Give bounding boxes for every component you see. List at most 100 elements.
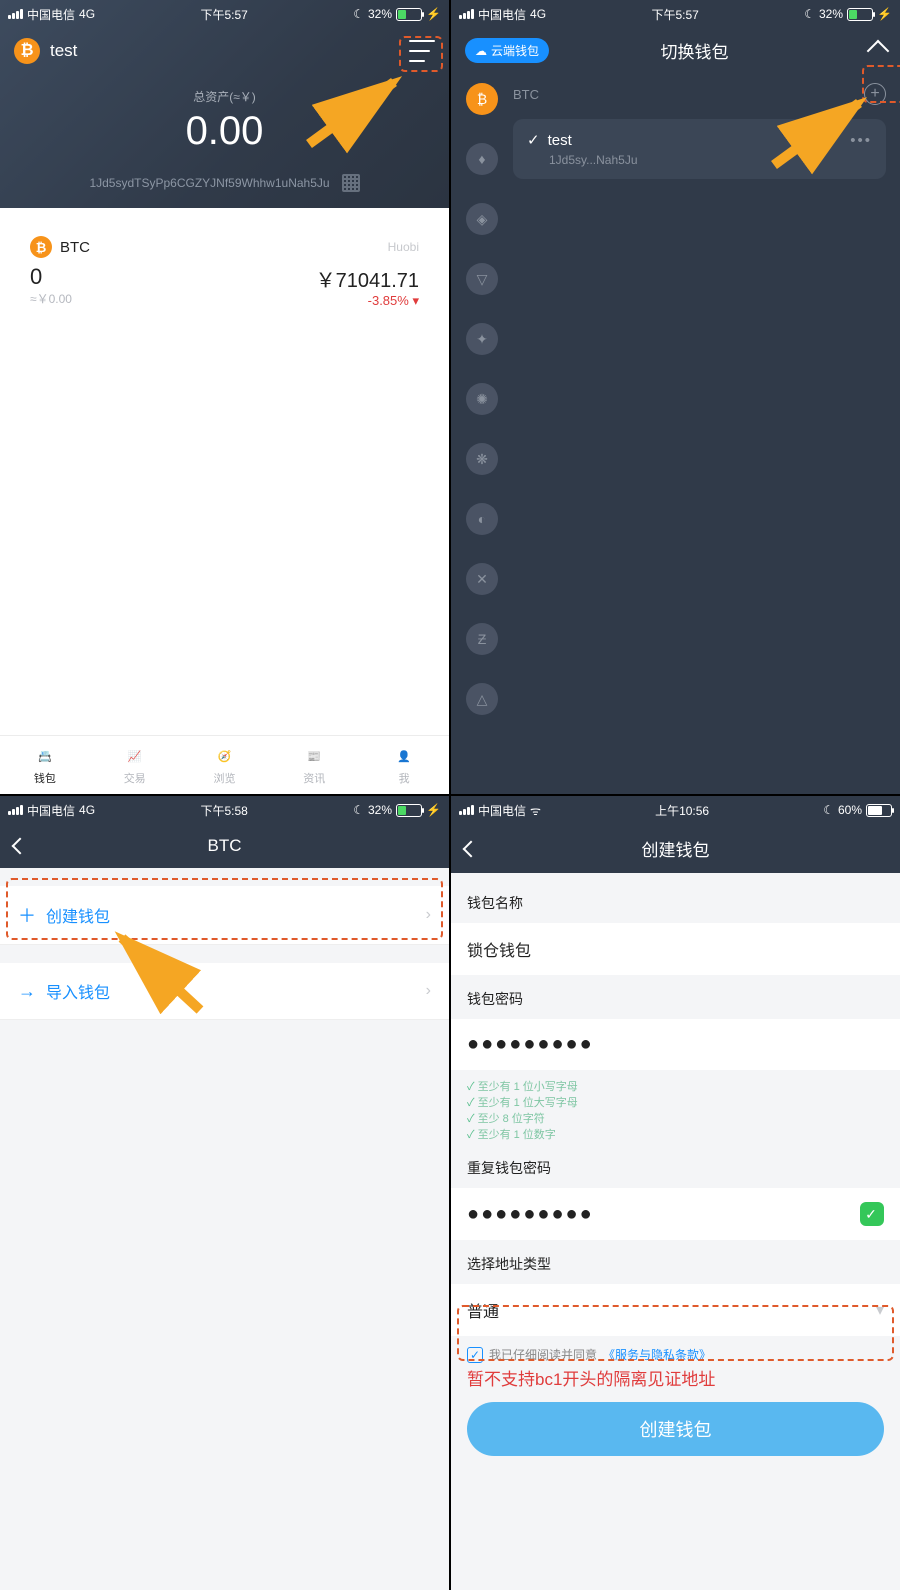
- agree-text: 我已仔细阅读并同意: [489, 1346, 597, 1363]
- password2-field[interactable]: ●●●●●●●●● ✓: [451, 1188, 900, 1240]
- carrier-label: 中国电信: [27, 802, 75, 819]
- battery-icon: [396, 804, 422, 817]
- dropdown-caret-icon: ▾: [876, 1300, 884, 1320]
- signal-icon: [459, 9, 474, 19]
- charging-icon: ⚡: [426, 803, 441, 817]
- news-icon: 📰: [302, 746, 326, 766]
- create-wallet-row[interactable]: ＋ 创建钱包 ›: [0, 886, 449, 945]
- section-label: BTC: [513, 87, 539, 102]
- chain-ont-icon[interactable]: ◐: [466, 503, 498, 535]
- chevron-right-icon: ›: [426, 906, 431, 924]
- battery-icon: [847, 8, 873, 21]
- screen-btc-options: 中国电信 4G 下午5:58 ☾ 32% ⚡ BTC ＋ 创建钱包 › → 导入…: [0, 796, 449, 1590]
- wallet-name: test: [548, 132, 572, 149]
- qr-icon[interactable]: [342, 174, 360, 192]
- wallet-address-short: 1Jd5sy...Nah5Ju: [549, 153, 872, 167]
- password-field[interactable]: ●●●●●●●●●: [451, 1019, 900, 1070]
- btc-icon: ₿: [14, 38, 40, 64]
- more-icon[interactable]: •••: [850, 132, 872, 149]
- trade-icon: 📈: [123, 746, 147, 766]
- clock-label: 下午5:58: [200, 802, 247, 819]
- status-bar: 中国电信 4G 下午5:57 ☾ 32% ⚡: [0, 0, 449, 28]
- chain-bnb-icon[interactable]: ✦: [466, 323, 498, 355]
- price-source: Huobi: [388, 240, 419, 254]
- wallet-name-field[interactable]: 锁仓钱包: [451, 923, 900, 975]
- agree-checkbox[interactable]: ✓: [467, 1347, 483, 1363]
- tab-trade[interactable]: 📈交易: [123, 746, 147, 786]
- import-wallet-row[interactable]: → 导入钱包 ›: [0, 963, 449, 1020]
- dnd-icon: ☾: [353, 803, 364, 817]
- carrier-label: 中国电信: [478, 802, 526, 819]
- battery-pct: 32%: [819, 7, 843, 21]
- signal-icon: [8, 9, 23, 19]
- wallet-header-area: 中国电信 4G 下午5:57 ☾ 32% ⚡ ₿ test 总资产(≈￥) 0.…: [0, 0, 449, 208]
- battery-pct: 60%: [838, 803, 862, 817]
- charging-icon: ⚡: [877, 7, 892, 21]
- status-bar: 中国电信 4G 下午5:57 ☾ 32% ⚡: [451, 0, 900, 28]
- cloud-icon: ☁: [475, 44, 487, 58]
- screen-switch-wallet: 中国电信 4G 下午5:57 ☾ 32% ⚡ ☁云端钱包 切换钱包 ₿ ♦ ◈ …: [451, 0, 900, 794]
- password-match-icon: ✓: [860, 1202, 884, 1226]
- token-amount: 0: [30, 264, 72, 290]
- password-label: 钱包密码: [451, 975, 900, 1019]
- wallet-card-test[interactable]: ✓ test ••• 1Jd5sy...Nah5Ju: [513, 119, 886, 179]
- password2-label: 重复钱包密码: [451, 1144, 900, 1188]
- profile-icon: 👤: [392, 746, 416, 766]
- tab-news[interactable]: 📰资讯: [302, 746, 326, 786]
- chain-atom-icon[interactable]: ✺: [466, 383, 498, 415]
- chain-eth-icon[interactable]: ♦: [466, 143, 498, 175]
- tab-wallet[interactable]: 📇钱包: [33, 746, 57, 786]
- cloud-wallet-pill[interactable]: ☁云端钱包: [465, 38, 549, 63]
- menu-icon[interactable]: [409, 40, 435, 62]
- signal-icon: [459, 805, 474, 815]
- wallet-address[interactable]: 1Jd5sydTSyPp6CGZYJNf59Whhw1uNah5Ju: [89, 176, 329, 190]
- page-title: BTC: [26, 836, 423, 856]
- btc-icon: ₿: [30, 236, 52, 258]
- wallet-icon: 📇: [33, 746, 57, 766]
- wallet-name-label: 钱包名称: [451, 879, 900, 923]
- screen-wallet-home: 中国电信 4G 下午5:57 ☾ 32% ⚡ ₿ test 总资产(≈￥) 0.…: [0, 0, 449, 794]
- collapse-icon[interactable]: [867, 39, 890, 62]
- segwit-warning: 暂不支持bc1开头的隔离见证地址: [451, 1363, 900, 1392]
- chain-btc-icon[interactable]: ₿: [466, 83, 498, 115]
- check-icon: ✓: [527, 131, 540, 149]
- screen-create-wallet: 中国电信 ᯤ 上午10:56 ☾ 60% 创建钱包 钱包名称 锁仓钱包 钱包密码…: [451, 796, 900, 1590]
- page-title: 切换钱包: [559, 38, 830, 63]
- chain-ada-icon[interactable]: △: [466, 683, 498, 715]
- token-row-btc[interactable]: ₿ BTC Huobi 0 ≈￥0.00 ￥71041.71 -3.85% ▾: [14, 222, 435, 323]
- down-caret-icon: ▾: [412, 293, 419, 308]
- arrow-right-icon: →: [18, 981, 36, 1002]
- address-type-select[interactable]: 普通 ▾: [451, 1284, 900, 1336]
- terms-link[interactable]: 《服务与隐私条款》: [603, 1346, 711, 1363]
- carrier-label: 中国电信: [27, 6, 75, 23]
- battery-pct: 32%: [368, 7, 392, 21]
- create-wallet-button[interactable]: 创建钱包: [467, 1402, 884, 1456]
- token-change: -3.85% ▾: [316, 293, 419, 309]
- network-label: 4G: [79, 803, 95, 817]
- chain-eos-icon[interactable]: ◈: [466, 203, 498, 235]
- battery-pct: 32%: [368, 803, 392, 817]
- clock-label: 下午5:57: [200, 6, 247, 23]
- dnd-icon: ☾: [823, 803, 834, 817]
- add-wallet-icon[interactable]: +: [864, 83, 886, 105]
- token-fiat: ≈￥0.00: [30, 290, 72, 307]
- carrier-label: 中国电信: [478, 6, 526, 23]
- chain-x-icon[interactable]: ✕: [466, 563, 498, 595]
- agree-row[interactable]: ✓ 我已仔细阅读并同意 《服务与隐私条款》: [451, 1336, 900, 1363]
- battery-icon: [396, 8, 422, 21]
- create-wallet-label: 创建钱包: [46, 903, 110, 927]
- tab-browse[interactable]: 🧭浏览: [212, 746, 236, 786]
- tab-me[interactable]: 👤我: [392, 746, 416, 786]
- total-assets-label: 总资产(≈￥): [0, 88, 449, 105]
- import-wallet-label: 导入钱包: [46, 979, 110, 1003]
- signal-icon: [8, 805, 23, 815]
- chain-zil-icon[interactable]: Ƶ: [466, 623, 498, 655]
- clock-label: 下午5:57: [651, 6, 698, 23]
- compass-icon: 🧭: [212, 746, 236, 766]
- status-bar: 中国电信 ᯤ 上午10:56 ☾ 60%: [451, 796, 900, 824]
- chain-iost-icon[interactable]: ❋: [466, 443, 498, 475]
- page-title: 创建钱包: [477, 836, 874, 861]
- password-rules: 至少有 1 位小写字母至少有 1 位大写字母至少 8 位字符至少有 1 位数字: [451, 1070, 900, 1144]
- chevron-right-icon: ›: [426, 982, 431, 1000]
- chain-trx-icon[interactable]: ▽: [466, 263, 498, 295]
